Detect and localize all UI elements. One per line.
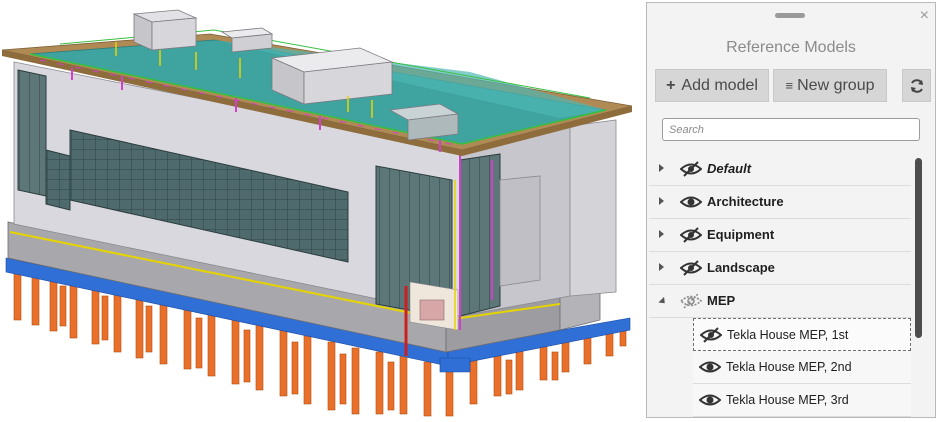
plus-icon: + (666, 76, 676, 94)
eye-icon[interactable] (699, 391, 721, 409)
new-group-button[interactable]: ≡ New group (773, 69, 887, 102)
tree-group-landscape[interactable]: Landscape (649, 252, 911, 285)
group-label: Equipment (707, 227, 775, 242)
reference-model-item[interactable]: Tekla House MEP, 1st (693, 318, 911, 351)
tree-group-default[interactable]: Default (649, 153, 911, 186)
group-label: Landscape (707, 260, 775, 275)
expand-arrow-icon[interactable] (659, 230, 664, 238)
refresh-button[interactable] (902, 69, 931, 102)
model-tree: Default Architecture Equipment Landscape… (649, 153, 911, 417)
tree-group-equipment[interactable]: Equipment (649, 219, 911, 252)
group-label: MEP (707, 293, 736, 308)
eye-icon[interactable] (680, 193, 702, 211)
tree-group-architecture[interactable]: Architecture (649, 186, 911, 219)
eye-slash-icon[interactable] (680, 259, 702, 277)
eye-partial-icon[interactable] (680, 292, 702, 310)
search-input[interactable]: Search (662, 118, 920, 141)
new-group-label: New group (797, 76, 875, 94)
eye-slash-icon[interactable] (680, 160, 702, 178)
model-label: Tekla House MEP, 2nd (726, 360, 852, 374)
tree-group-mep[interactable]: MEP (649, 285, 911, 318)
model-viewport[interactable] (0, 0, 636, 422)
reference-model-item[interactable]: Tekla House MEP, 2nd (693, 351, 911, 384)
expand-arrow-icon[interactable] (659, 197, 664, 205)
group-label: Default (707, 161, 752, 176)
group-label: Architecture (707, 194, 784, 209)
refresh-icon (910, 78, 923, 93)
panel-drag-handle[interactable] (775, 13, 805, 18)
model-label: Tekla House MEP, 3rd (726, 393, 849, 407)
eye-icon[interactable] (699, 358, 721, 376)
scrollbar-thumb[interactable] (915, 158, 922, 338)
reference-model-item[interactable]: Tekla House MEP, 3rd (693, 384, 911, 417)
close-icon[interactable]: × (920, 7, 929, 25)
add-model-label: Add model (681, 76, 758, 94)
expand-arrow-icon[interactable] (659, 263, 664, 271)
eye-slash-icon[interactable] (700, 326, 722, 344)
eye-slash-icon[interactable] (680, 226, 702, 244)
reference-models-panel: × Reference Models + Add model ≡ New gro… (646, 2, 936, 418)
building-model-render (1, 9, 633, 417)
model-label: Tekla House MEP, 1st (727, 328, 849, 342)
collapse-arrow-icon[interactable] (658, 296, 668, 307)
expand-arrow-icon[interactable] (659, 164, 664, 172)
list-icon: ≡ (785, 78, 794, 93)
add-model-button[interactable]: + Add model (655, 69, 769, 102)
search-placeholder: Search (669, 124, 704, 136)
panel-title: Reference Models (726, 39, 856, 56)
